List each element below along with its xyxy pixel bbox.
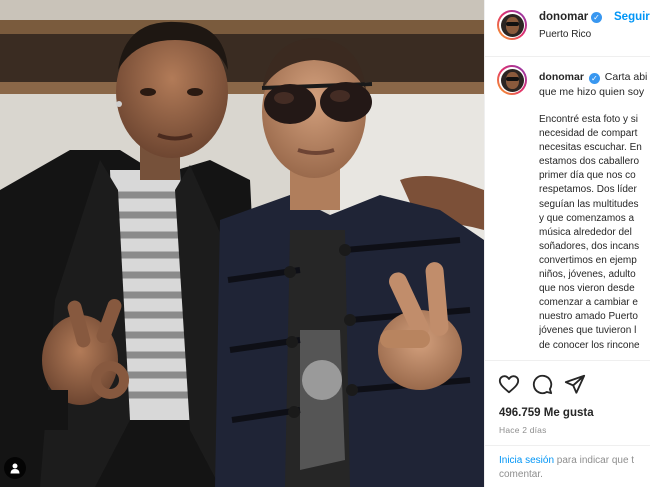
- post-timestamp[interactable]: Hace 2 días: [499, 425, 547, 435]
- caption-line: y que comenzamos a: [539, 212, 635, 224]
- photo-illustration: [0, 0, 484, 487]
- post-photo[interactable]: [0, 0, 484, 487]
- header-username[interactable]: donomar: [539, 11, 588, 23]
- caption-intro: donomar ✓ Carta abi que me hizo quien so…: [539, 70, 649, 100]
- caption-line: necesidad de compart: [539, 128, 638, 140]
- caption-line: jóvenes que tuvieron l: [539, 325, 637, 337]
- heart-icon[interactable]: [498, 373, 520, 395]
- follow-button[interactable]: Seguir: [614, 11, 650, 23]
- caption-text: Encontré esta foto y si necesidad de com…: [539, 113, 647, 359]
- user-tag-icon[interactable]: [4, 457, 26, 479]
- avatar[interactable]: [497, 10, 527, 40]
- caption-avatar[interactable]: [497, 65, 527, 95]
- caption-line: convertimos en ejemp: [539, 254, 637, 266]
- caption-line: niños, jóvenes, adulto: [539, 269, 636, 281]
- caption-line: Encontré esta foto y si: [539, 114, 638, 125]
- caption-line: comenzar a cambiar e: [539, 297, 638, 309]
- caption-line: música alrededor del: [539, 226, 632, 238]
- caption-line: nuestro amado Puerto: [539, 311, 638, 323]
- caption-line: necesitas escuchar. En: [539, 142, 642, 154]
- like-count[interactable]: 496.759 Me gusta: [499, 407, 594, 419]
- post-header: donomar ✓ Seguir Puerto Rico: [485, 0, 650, 57]
- comment-icon[interactable]: [531, 373, 553, 395]
- caption-line: soñadores, dos incans: [539, 240, 640, 252]
- caption-line: seguían las multitudes: [539, 198, 639, 210]
- post-actions: 496.759 Me gusta Hace 2 días Inicia sesi…: [485, 360, 650, 487]
- caption-verified-badge-icon: ✓: [588, 73, 600, 84]
- caption-intro-line2: que me hizo quien soy: [539, 86, 645, 98]
- location-link[interactable]: Puerto Rico: [539, 29, 591, 40]
- verified-badge-icon: ✓: [591, 12, 602, 23]
- post-side-panel: donomar ✓ Seguir Puerto Rico donomar ✓ C…: [484, 0, 650, 487]
- caption-line: de conocer los rincone: [539, 339, 640, 351]
- login-prompt: Inicia sesión para indicar que t comenta…: [485, 445, 650, 487]
- caption-intro-line1: Carta abi: [604, 71, 648, 83]
- share-icon[interactable]: [564, 373, 586, 395]
- caption-username[interactable]: donomar: [539, 71, 584, 83]
- caption-line: estamos dos caballero: [539, 156, 640, 168]
- login-text-line2: comentar.: [499, 469, 543, 480]
- caption-line: primer día que nos co: [539, 170, 636, 182]
- login-text-rest: para indicar que t: [554, 455, 635, 466]
- login-link[interactable]: Inicia sesión: [499, 455, 554, 466]
- caption-line: respetamos. Dos líder: [539, 184, 637, 196]
- caption-line: que nos vieron desde: [539, 283, 635, 295]
